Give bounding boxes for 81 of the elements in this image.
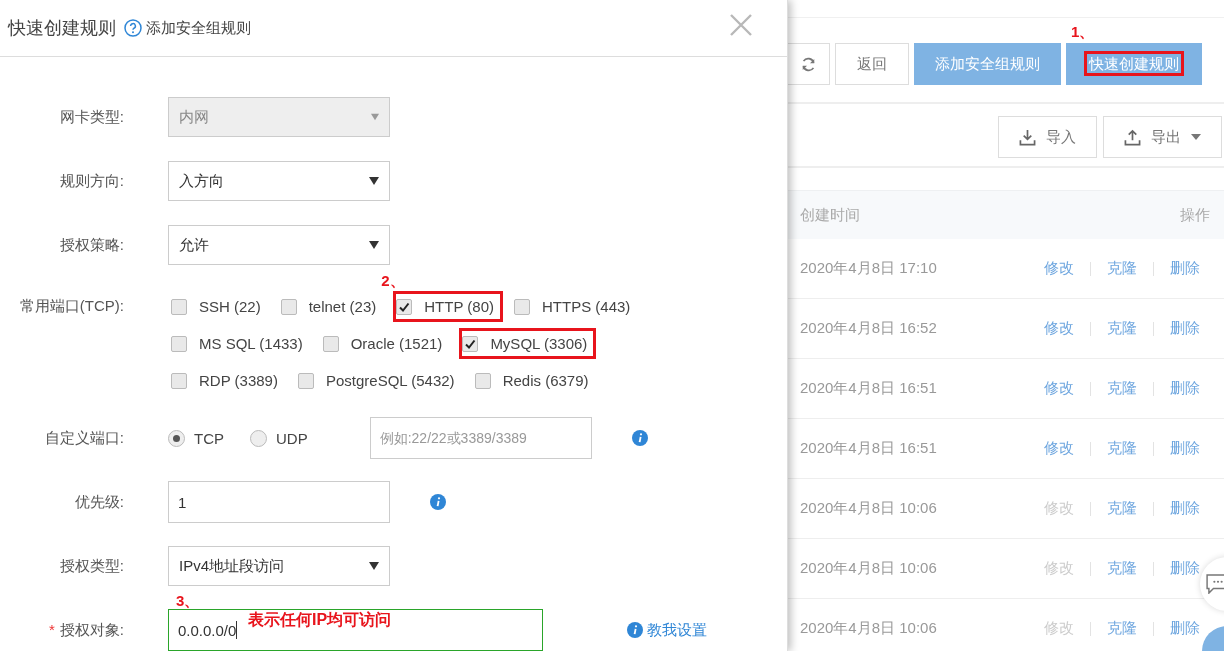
download-icon (1019, 128, 1036, 146)
port-checkbox[interactable]: HTTP (80) (393, 291, 503, 322)
action-link[interactable]: 修改 (1044, 439, 1074, 458)
field-label: 规则方向: (59, 171, 124, 191)
help-icon[interactable] (124, 19, 142, 37)
port-checkbox[interactable]: RDP (3389) (168, 365, 287, 396)
check-icon (398, 300, 411, 313)
action-link[interactable]: 克隆 (1107, 499, 1137, 518)
table-cell: 2020年4月8日 10:06 (800, 559, 937, 578)
action-link[interactable]: 克隆 (1107, 379, 1137, 398)
action-link[interactable]: 克隆 (1107, 559, 1137, 578)
field-label: 优先级: (74, 492, 124, 512)
table-cell: 2020年4月8日 16:52 (800, 319, 937, 338)
field-label: 网卡类型: (59, 107, 124, 127)
action-link[interactable]: 克隆 (1107, 619, 1137, 638)
action-link[interactable]: 删除 (1170, 499, 1200, 518)
caret-icon (371, 113, 379, 121)
required-mark: * (49, 620, 55, 640)
port-checkbox[interactable]: MS SQL (1433) (168, 328, 312, 359)
action-link[interactable]: 删除 (1170, 259, 1200, 278)
table-cell: 2020年4月8日 16:51 (800, 379, 937, 398)
select-field[interactable]: IPv4地址段访问 (168, 546, 390, 586)
action-link[interactable]: 克隆 (1107, 439, 1137, 458)
table-cell: 2020年4月8日 16:51 (800, 439, 937, 458)
action-link[interactable]: 修改 (1044, 319, 1074, 338)
dialog-title: 快速创建规则 (8, 17, 116, 40)
field-label: 常用端口(TCP): (19, 297, 124, 316)
port-checkbox[interactable]: Oracle (1521) (319, 328, 452, 359)
action-link[interactable]: 修改 (1044, 379, 1074, 398)
select-field[interactable]: 入方向 (168, 161, 390, 201)
toolbar-button[interactable]: 快速创建规则 (1066, 43, 1202, 85)
column-header: 创建时间 (800, 205, 860, 225)
help-link[interactable]: 教我设置 (647, 620, 707, 640)
caret-icon (1191, 134, 1201, 140)
dialog-subtitle: 添加安全组规则 (146, 18, 251, 38)
protocol-radio[interactable]: UDP (250, 429, 308, 447)
port-checkbox[interactable]: telnet (23) (277, 291, 386, 322)
column-header: 操作 (1180, 205, 1210, 225)
toolbar-button[interactable]: 返回 (835, 43, 909, 85)
info-icon[interactable] (631, 430, 648, 446)
annotation-note: 表示任何IP均可访问 (248, 610, 392, 630)
port-checkbox[interactable]: Redis (6379) (471, 365, 598, 396)
field-label: 授权策略: (59, 235, 124, 255)
caret-icon (369, 177, 379, 185)
annotation-number: 2、 (381, 272, 405, 291)
annotation-number: 1、 (1071, 23, 1095, 42)
action-link[interactable]: 克隆 (1107, 259, 1137, 278)
caret-icon (369, 562, 379, 570)
field-label: 授权类型: (59, 556, 124, 576)
action-link[interactable]: 修改 (1044, 259, 1074, 278)
port-checkbox[interactable]: MySQL (3306) (459, 328, 597, 359)
port-input-field[interactable]: 例如:22/22或3389/3389 (369, 417, 592, 459)
port-checkbox[interactable]: PostgreSQL (5432) (294, 365, 464, 396)
action-link[interactable]: 删除 (1170, 439, 1200, 458)
upload-icon (1124, 128, 1141, 146)
table-cell: 2020年4月8日 10:06 (800, 499, 937, 518)
port-checkbox[interactable]: HTTPS (443) (510, 291, 640, 322)
field-label: 授权对象: (59, 620, 124, 640)
close-icon[interactable] (729, 13, 753, 37)
text-input-field[interactable]: 1 (168, 481, 390, 523)
action-link[interactable]: 克隆 (1107, 319, 1137, 338)
chat-icon (1206, 574, 1224, 594)
export-button[interactable]: 导出 (1103, 116, 1222, 158)
action-link[interactable]: 删除 (1170, 379, 1200, 398)
toolbar-button[interactable]: 添加安全组规则 (914, 43, 1061, 85)
action-link[interactable]: 删除 (1170, 319, 1200, 338)
action-link[interactable]: 删除 (1170, 619, 1200, 638)
protocol-radio[interactable]: TCP (168, 429, 224, 447)
select-field[interactable]: 允许 (168, 225, 390, 265)
import-button[interactable]: 导入 (998, 116, 1097, 158)
info-icon (627, 622, 643, 638)
caret-icon (369, 241, 379, 249)
port-checkbox[interactable]: SSH (22) (168, 291, 270, 322)
field-label: 自定义端口: (44, 428, 124, 448)
table-cell: 2020年4月8日 17:10 (800, 259, 937, 278)
action-link[interactable]: 删除 (1170, 559, 1200, 578)
check-icon (464, 337, 477, 350)
table-cell: 2020年4月8日 10:06 (800, 619, 937, 638)
info-icon[interactable] (430, 494, 446, 510)
annotation-number: 3、 (176, 592, 200, 611)
refresh-button[interactable] (786, 43, 830, 85)
